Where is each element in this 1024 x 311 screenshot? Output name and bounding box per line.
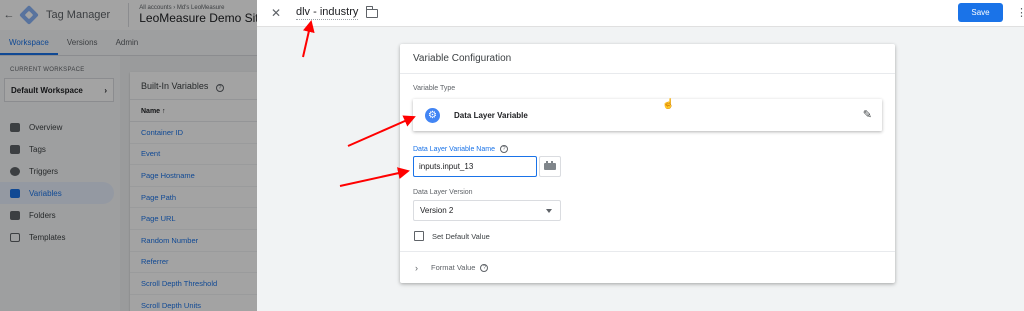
save-button[interactable]: Save — [958, 3, 1003, 22]
variable-name-title[interactable]: dlv - industry — [296, 6, 359, 20]
variable-type-selector[interactable]: ⚙ Data Layer Variable ✎ — [413, 99, 882, 131]
format-value-label: Format Value — [431, 263, 476, 272]
variable-type-name: Data Layer Variable — [454, 110, 528, 120]
chevron-right-icon: › — [415, 262, 418, 273]
dlv-name-input[interactable] — [413, 156, 537, 177]
variable-configuration-card: Variable Configuration Variable Type ⚙ D… — [400, 44, 895, 283]
dropdown-arrow-icon — [546, 208, 552, 213]
hand-cursor-icon: ☝ — [662, 99, 675, 110]
variable-configuration-title: Variable Configuration — [400, 44, 895, 74]
sheet-header: ✕ dlv - industry Save ⋮ — [257, 0, 1024, 27]
variable-picker-button[interactable] — [539, 156, 561, 177]
gear-icon: ⚙ — [425, 107, 440, 123]
format-value-expander[interactable]: › Format Value ? — [400, 251, 895, 283]
help-icon[interactable]: ? — [499, 145, 508, 153]
dlv-name-label-text: Data Layer Variable Name — [413, 145, 495, 153]
dlv-version-value: Version 2 — [420, 206, 454, 215]
dlv-version-label: Data Layer Version — [413, 189, 473, 196]
set-default-value-label: Set Default Value — [432, 231, 490, 241]
dlv-version-select[interactable]: Version 2 — [413, 200, 561, 221]
lego-brick-icon — [544, 161, 556, 170]
edit-pencil-icon[interactable]: ✎ — [863, 108, 872, 121]
variable-editor-sheet: ✕ dlv - industry Save ⋮ Variable Configu… — [257, 0, 1024, 311]
close-icon[interactable]: ✕ — [270, 6, 282, 20]
help-icon[interactable]: ? — [480, 263, 489, 272]
dlv-name-label: Data Layer Variable Name ? — [413, 145, 508, 153]
set-default-value-checkbox[interactable] — [414, 231, 424, 241]
variable-type-label: Variable Type — [413, 85, 456, 92]
set-default-value-row[interactable]: Set Default Value — [414, 231, 490, 241]
more-vert-icon[interactable]: ⋮ — [1016, 5, 1024, 21]
folder-icon[interactable] — [365, 5, 379, 18]
